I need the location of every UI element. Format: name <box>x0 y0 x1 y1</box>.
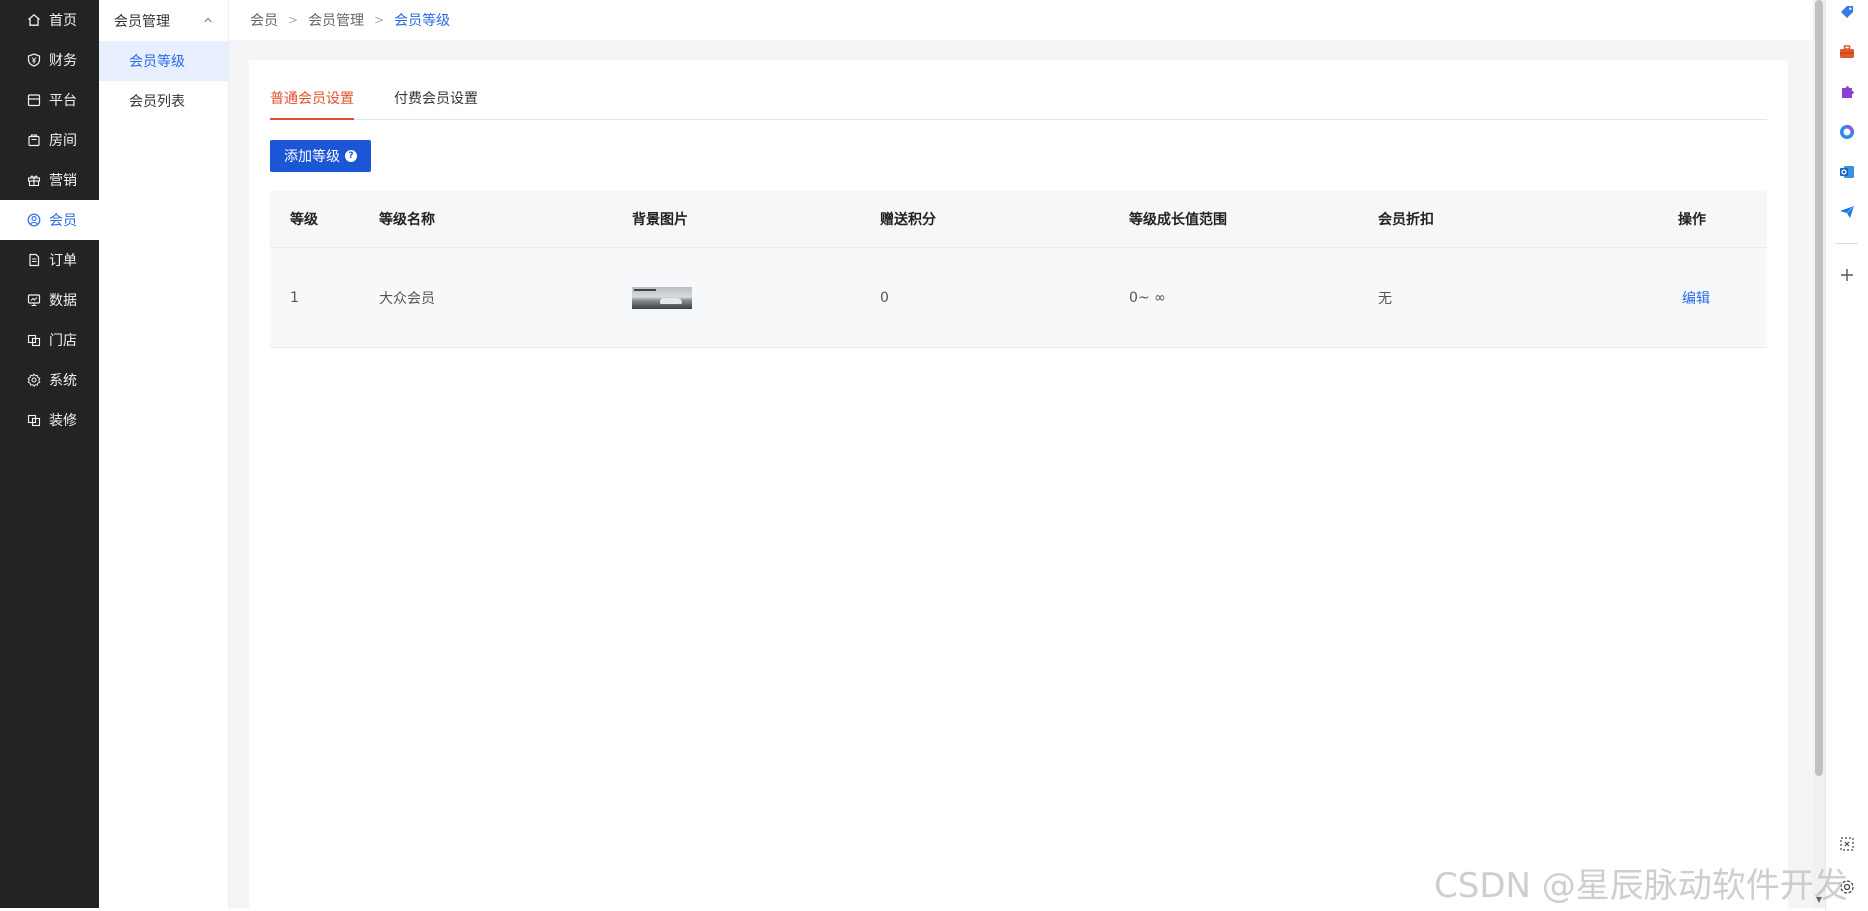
range-cell: 0~ ∞ <box>1129 289 1166 306</box>
panel-divider <box>1836 243 1858 244</box>
background-image-cell <box>632 248 692 347</box>
nav-label: 房间 <box>49 133 77 149</box>
nav-label: 首页 <box>49 13 77 29</box>
column-header: 会员折扣 <box>1378 212 1434 228</box>
level-cell: 1 <box>290 289 299 306</box>
send-icon[interactable] <box>1838 203 1856 221</box>
nav-label: 门店 <box>49 333 77 349</box>
monitor-icon <box>27 293 41 307</box>
add-level-button[interactable]: 添加等级 ? <box>270 140 371 172</box>
document-icon <box>27 253 41 267</box>
subnav-item-member-list[interactable]: 会员列表 <box>99 81 229 121</box>
gift-icon <box>27 173 41 187</box>
shop-icon <box>27 333 41 347</box>
scrollbar-thumb[interactable] <box>1815 0 1823 776</box>
tab-regular-member[interactable]: 普通会员设置 <box>270 88 354 120</box>
store-icon <box>27 93 41 107</box>
column-header: 操作 <box>1678 212 1706 228</box>
breadcrumb-item[interactable]: 会员 <box>250 10 278 30</box>
nav-label: 订单 <box>49 253 77 269</box>
subnav-title: 会员管理 <box>114 13 170 30</box>
user-circle-icon <box>27 213 41 227</box>
nav-label: 系统 <box>49 373 77 389</box>
tab-paid-member[interactable]: 付费会员设置 <box>394 88 484 120</box>
brush-icon <box>27 413 41 427</box>
plus-icon[interactable] <box>1838 266 1856 284</box>
subnav-label: 会员列表 <box>129 94 185 110</box>
subnav-item-member-level[interactable]: 会员等级 <box>99 41 229 81</box>
nav-item-member[interactable]: 会员 <box>0 200 99 240</box>
level-table: 等级 等级名称 背景图片 赠送积分 等级成长值范围 会员折扣 操作 1 大众会员… <box>270 191 1767 348</box>
home-icon <box>27 13 41 27</box>
tab-bar: 普通会员设置 付费会员设置 <box>270 88 1767 120</box>
column-header: 等级名称 <box>379 212 435 228</box>
puzzle-icon[interactable] <box>1838 83 1856 101</box>
nav-label: 会员 <box>49 213 77 229</box>
browser-side-panel <box>1825 0 1868 911</box>
add-level-label: 添加等级 <box>284 149 340 165</box>
column-header: 等级成长值范围 <box>1129 212 1227 228</box>
nav-item-room[interactable]: 房间 <box>0 120 99 160</box>
main-area: 会员 > 会员管理 > 会员等级 普通会员设置 付费会员设置 添加等级 ? 等级… <box>229 0 1813 908</box>
outlook-icon[interactable] <box>1838 163 1856 181</box>
watermark-text: CSDN @星辰脉动软件开发 <box>1434 866 1848 906</box>
breadcrumb: 会员 > 会员管理 > 会员等级 <box>229 0 1813 40</box>
nav-item-order[interactable]: 订单 <box>0 240 99 280</box>
nav-item-decoration[interactable]: 装修 <box>0 400 99 440</box>
column-header: 背景图片 <box>632 212 688 228</box>
subnav-label: 会员等级 <box>129 54 185 70</box>
nav-label: 数据 <box>49 293 77 309</box>
level-name-cell: 大众会员 <box>379 290 435 307</box>
nav-label: 营销 <box>49 173 77 189</box>
yen-shield-icon <box>27 53 41 67</box>
primary-sidebar: 首页 财务 平台 房间 营销 会员 订单 数据 门店 系统 装修 <box>0 0 99 908</box>
app-window: 首页 财务 平台 房间 营销 会员 订单 数据 门店 系统 装修 会员管理 会员… <box>0 0 1868 911</box>
nav-item-data[interactable]: 数据 <box>0 280 99 320</box>
nav-label: 财务 <box>49 53 77 69</box>
nav-item-platform[interactable]: 平台 <box>0 80 99 120</box>
toolbox-icon[interactable] <box>1838 43 1856 61</box>
table-header: 等级 等级名称 背景图片 赠送积分 等级成长值范围 会员折扣 操作 <box>270 191 1767 248</box>
screenshot-icon[interactable] <box>1838 835 1856 853</box>
nav-item-home[interactable]: 首页 <box>0 0 99 40</box>
copilot-icon[interactable] <box>1838 123 1856 141</box>
nav-item-store[interactable]: 门店 <box>0 320 99 360</box>
chevron-right-icon: > <box>288 13 299 27</box>
nav-item-finance[interactable]: 财务 <box>0 40 99 80</box>
chevron-up-icon <box>202 14 214 26</box>
nav-item-system[interactable]: 系统 <box>0 360 99 400</box>
breadcrumb-item[interactable]: 会员管理 <box>308 10 364 30</box>
tag-icon[interactable] <box>1838 3 1856 21</box>
content-card: 普通会员设置 付费会员设置 添加等级 ? 等级 等级名称 背景图片 赠送积分 等… <box>249 60 1788 908</box>
nav-label: 平台 <box>49 93 77 109</box>
nav-item-marketing[interactable]: 营销 <box>0 160 99 200</box>
secondary-sidebar: 会员管理 会员等级 会员列表 <box>99 0 229 908</box>
chevron-right-icon: > <box>374 13 385 27</box>
background-thumbnail[interactable] <box>632 286 692 309</box>
points-cell: 0 <box>880 289 889 306</box>
discount-cell: 无 <box>1378 290 1392 307</box>
column-header: 赠送积分 <box>880 212 936 228</box>
edit-link[interactable]: 编辑 <box>1682 248 1710 347</box>
table-row: 1 大众会员 0 0~ ∞ 无 编辑 <box>270 248 1767 348</box>
nav-label: 装修 <box>49 413 77 429</box>
column-header: 等级 <box>290 212 318 228</box>
breadcrumb-current: 会员等级 <box>394 13 451 29</box>
bag-icon <box>27 133 41 147</box>
help-icon[interactable]: ? <box>345 150 357 162</box>
gear-icon <box>27 373 41 387</box>
subnav-group-header[interactable]: 会员管理 <box>99 0 229 41</box>
vertical-scrollbar[interactable]: ▼ <box>1813 0 1825 908</box>
